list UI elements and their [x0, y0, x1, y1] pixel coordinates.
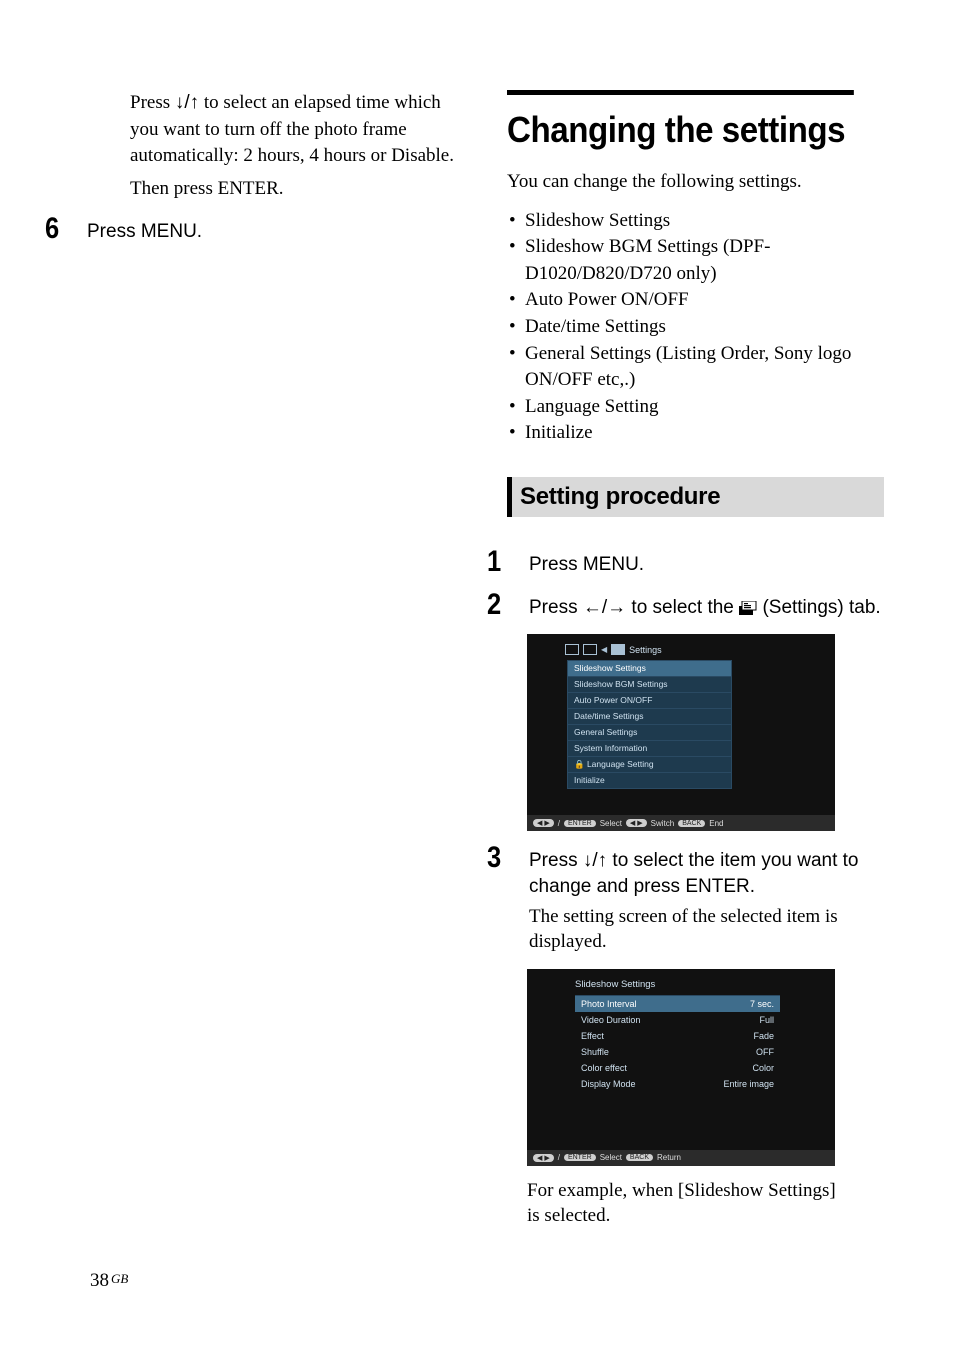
text-fragment: (Settings) tab.: [762, 597, 880, 618]
left-paragraph-2: Then press ENTER.: [130, 176, 467, 203]
screenshot-title: Slideshow Settings: [575, 979, 655, 990]
up-down-arrows: ↓/↑: [175, 92, 199, 113]
step-3: 3 Press ↓/↑ to select the item you want …: [487, 843, 884, 955]
page-footer: 38GB: [90, 1270, 128, 1292]
table-row: ShuffleOFF: [575, 1044, 780, 1060]
list-item: Initialize: [507, 420, 884, 447]
tab-label: Settings: [629, 645, 662, 655]
step-number: 1: [487, 547, 513, 577]
table-row: EffectFade: [575, 1028, 780, 1044]
settings-list: Slideshow Settings Slideshow BGM Setting…: [507, 208, 884, 447]
step-2: 2 Press ←/→ to select the: [487, 590, 884, 623]
left-column: Press ↓/↑ to select an elapsed time whic…: [90, 90, 467, 1229]
left-paragraph-1: Press ↓/↑ to select an elapsed time whic…: [130, 90, 467, 170]
step-text: Press ↓/↑ to select the item you want to…: [529, 843, 884, 955]
step-1: 1 Press MENU.: [487, 547, 884, 578]
subheading: Setting procedure: [507, 477, 884, 517]
list-item: Auto Power ON/OFF: [507, 287, 884, 314]
text-fragment: Press: [130, 92, 175, 113]
settings-tab-icon: [739, 597, 757, 623]
search-icon: [565, 644, 579, 655]
screenshot-caption: For example, when [Slideshow Settings] i…: [527, 1178, 837, 1229]
step-number: 2: [487, 590, 513, 620]
list-item: Date/time Settings: [507, 314, 884, 341]
text-fragment: Press: [529, 597, 583, 618]
menu-item: Slideshow Settings: [568, 661, 731, 677]
screen-icon: [583, 644, 597, 655]
text-fragment: to select the: [626, 597, 739, 618]
intro-text: You can change the following settings.: [507, 169, 884, 196]
menu-item: Initialize: [568, 773, 731, 788]
slideshow-settings-screenshot: Slideshow Settings Photo Interval7 sec. …: [527, 969, 835, 1166]
text-fragment: Press: [529, 850, 583, 871]
page-number: 38: [90, 1270, 109, 1291]
settings-menu: Slideshow Settings Slideshow BGM Setting…: [567, 660, 732, 789]
list-item: Slideshow BGM Settings (DPF-D1020/D820/D…: [507, 234, 884, 287]
step-number: 6: [45, 214, 71, 244]
list-item: Language Setting: [507, 394, 884, 421]
menu-item: Auto Power ON/OFF: [568, 693, 731, 709]
screenshot-footer: ◀ ▶ / ENTER Select BACK Return: [527, 1150, 835, 1166]
step-text: Press MENU.: [529, 547, 884, 578]
settings-tab-icon: [611, 644, 625, 655]
page: Press ↓/↑ to select an elapsed time whic…: [0, 0, 954, 1352]
right-column: Changing the settings You can change the…: [507, 90, 884, 1229]
step-text: Press ←/→ to select the (Settings) tab.: [529, 590, 884, 623]
step-subtext: The setting screen of the selected item …: [529, 904, 884, 955]
menu-item: Date/time Settings: [568, 709, 731, 725]
up-down-arrows: ↓/↑: [583, 850, 607, 871]
settings-table: Photo Interval7 sec. Video DurationFull …: [575, 995, 780, 1092]
menu-item: General Settings: [568, 725, 731, 741]
menu-item: Slideshow BGM Settings: [568, 677, 731, 693]
menu-item: System Information: [568, 741, 731, 757]
table-row: Color effectColor: [575, 1060, 780, 1076]
step-text: Press MENU.: [87, 214, 467, 245]
list-item: Slideshow Settings: [507, 208, 884, 235]
table-row: Display ModeEntire image: [575, 1076, 780, 1092]
page-region: GB: [109, 1271, 128, 1286]
left-right-arrows: ←/→: [583, 597, 626, 618]
step-number: 3: [487, 843, 513, 873]
screenshot-footer: ◀ ▶ / ENTER Select ◀ ▶ Switch BACK End: [527, 815, 835, 831]
table-row: Photo Interval7 sec.: [575, 996, 780, 1012]
menu-item: 🔒 Language Setting: [568, 757, 731, 773]
list-item: General Settings (Listing Order, Sony lo…: [507, 341, 884, 394]
step-6: 6 Press MENU.: [45, 214, 467, 245]
settings-menu-screenshot: ◀ Settings Slideshow Settings Slideshow …: [527, 634, 835, 831]
section-title: Changing the settings: [507, 90, 854, 151]
table-row: Video DurationFull: [575, 1012, 780, 1028]
